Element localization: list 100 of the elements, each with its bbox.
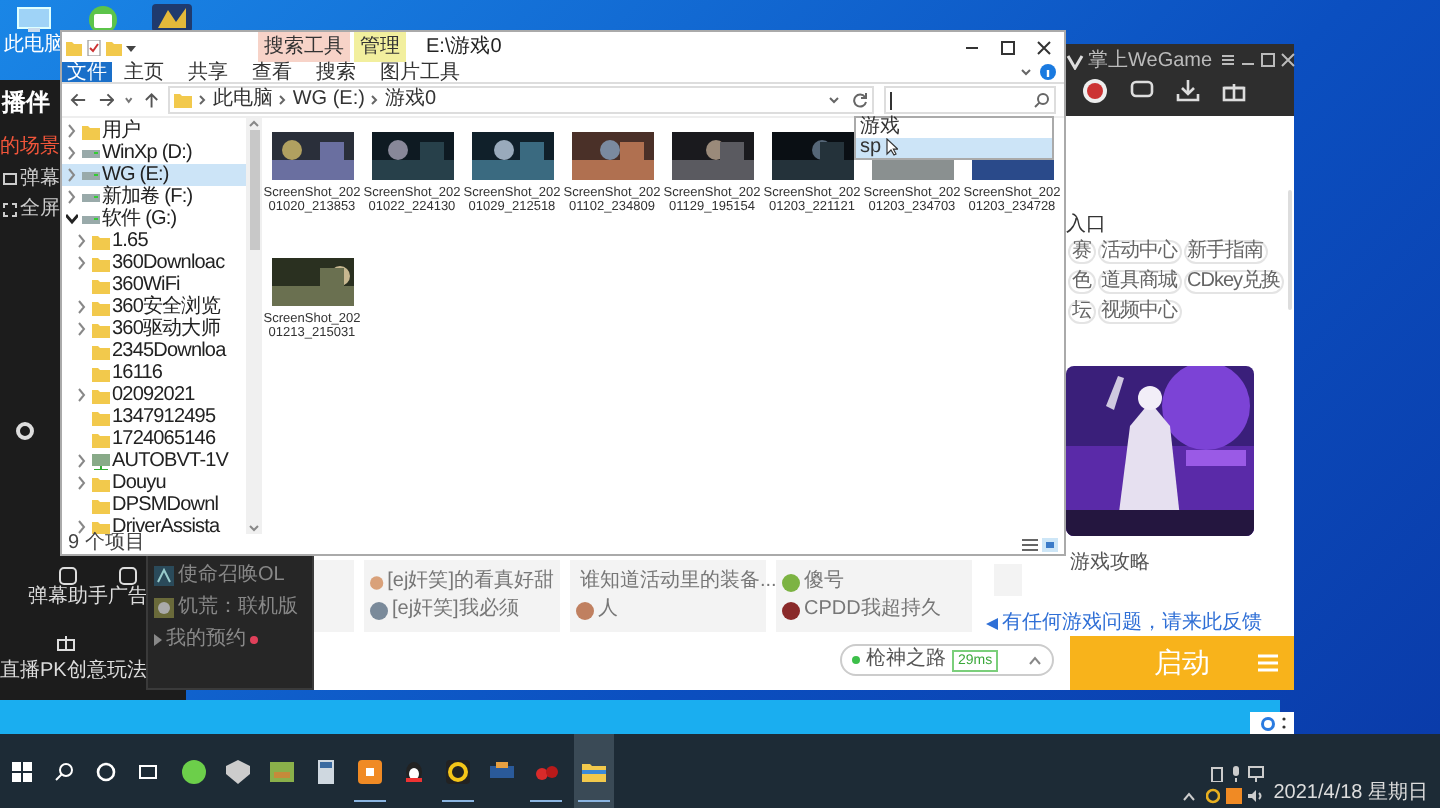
breadcrumb-item[interactable]: 游戏0 bbox=[384, 88, 436, 112]
scene-tab[interactable]: 的场景 bbox=[0, 132, 60, 162]
tree-item[interactable]: 360Downloac bbox=[62, 252, 246, 274]
tree-item[interactable]: 360安全浏览 bbox=[62, 296, 246, 318]
scroll-thumb[interactable] bbox=[249, 130, 259, 250]
tree-item[interactable]: 360WiFi bbox=[62, 274, 246, 296]
maximize-icon[interactable] bbox=[1260, 52, 1276, 68]
ribbon-tab[interactable]: 查看 bbox=[240, 62, 304, 82]
up-icon[interactable] bbox=[143, 92, 159, 108]
gift-icon[interactable] bbox=[1222, 78, 1246, 102]
tree-item[interactable]: 16116 bbox=[62, 362, 246, 384]
tree-item[interactable]: 02092021 bbox=[62, 384, 246, 406]
expand-icon[interactable] bbox=[76, 388, 88, 402]
tree-item[interactable]: WG (E:) bbox=[62, 164, 246, 186]
expand-icon[interactable] bbox=[76, 256, 88, 270]
post-card[interactable]: 傻号 CPDD我超持久 bbox=[776, 560, 972, 632]
link-pill[interactable]: 道具商城 bbox=[1097, 270, 1181, 294]
tree-item[interactable]: WinXp (D:) bbox=[62, 142, 246, 164]
back-icon[interactable] bbox=[70, 92, 88, 108]
tree-item[interactable]: 1.65 bbox=[62, 230, 246, 252]
tree-item[interactable]: 360驱动大师 bbox=[62, 318, 246, 340]
expand-icon[interactable] bbox=[76, 234, 88, 248]
expand-icon[interactable] bbox=[66, 124, 78, 138]
large-icons-view-icon[interactable] bbox=[1042, 537, 1058, 551]
post-card[interactable]: [ej奸笑]的看真好甜 [ej奸笑]我必须 bbox=[364, 560, 560, 632]
expand-icon[interactable] bbox=[66, 190, 78, 204]
refresh-icon[interactable] bbox=[851, 92, 868, 108]
expand-icon[interactable] bbox=[76, 322, 88, 336]
link-pill[interactable]: 活动中心 bbox=[1097, 240, 1181, 264]
expand-ribbon-icon[interactable] bbox=[1020, 66, 1032, 78]
ribbon-tab[interactable]: 共享 bbox=[176, 62, 240, 82]
link-pill[interactable]: CDkey兑换 bbox=[1183, 270, 1285, 294]
game-icon[interactable] bbox=[442, 755, 474, 787]
tree-item[interactable]: 用户 bbox=[62, 120, 246, 142]
expand-icon[interactable] bbox=[76, 300, 88, 314]
link-pill[interactable]: 坛 bbox=[1068, 300, 1095, 324]
tree-item[interactable]: Douyu bbox=[62, 472, 246, 494]
suggestion-item[interactable]: 游戏 bbox=[856, 118, 1052, 138]
menu-icon[interactable] bbox=[1220, 52, 1236, 68]
menu-item[interactable]: 弹幕 bbox=[20, 164, 60, 194]
close-icon[interactable] bbox=[1036, 39, 1052, 55]
address-bar[interactable]: 此电脑 WG (E:) 游戏0 bbox=[168, 86, 874, 114]
tree-item[interactable]: 软件 (G:) bbox=[62, 208, 246, 230]
game-item[interactable]: 饥荒：联机版 bbox=[178, 596, 298, 620]
game-icon[interactable] bbox=[152, 4, 192, 32]
scrollbar[interactable] bbox=[1288, 190, 1292, 310]
breadcrumb-item[interactable]: WG (E:) bbox=[292, 88, 365, 112]
feedback-link[interactable]: 有任何游戏问题，请来此反馈 bbox=[1002, 612, 1262, 636]
task-view-icon[interactable] bbox=[138, 761, 158, 781]
help-icon[interactable] bbox=[1040, 64, 1056, 80]
guide-link[interactable]: 游戏攻略 bbox=[1070, 548, 1150, 578]
tool-label[interactable]: 广告 bbox=[108, 586, 148, 610]
download-icon[interactable] bbox=[1176, 78, 1200, 102]
suggestion-item[interactable]: sp bbox=[856, 138, 1052, 158]
menu-item[interactable]: 全屏 bbox=[20, 194, 60, 224]
tray-widget[interactable] bbox=[1250, 712, 1294, 734]
search-field[interactable] bbox=[883, 86, 1056, 114]
tree-item[interactable]: 1347912495 bbox=[62, 406, 246, 428]
network-icon[interactable] bbox=[1247, 766, 1264, 782]
circle-icon[interactable] bbox=[96, 761, 116, 781]
ribbon-tab[interactable]: 图片工具 bbox=[368, 62, 472, 82]
shield-icon[interactable] bbox=[222, 755, 254, 787]
scrollbar[interactable] bbox=[246, 118, 262, 534]
windows-start-icon[interactable] bbox=[12, 761, 32, 781]
usb-icon[interactable] bbox=[1209, 766, 1224, 782]
app-icon[interactable] bbox=[178, 755, 210, 787]
tool-label[interactable]: 弹幕助手 bbox=[28, 586, 108, 610]
close-icon[interactable] bbox=[1280, 52, 1296, 68]
volume-icon[interactable] bbox=[1247, 788, 1264, 804]
forward-icon[interactable] bbox=[97, 92, 115, 108]
dropdown-icon[interactable] bbox=[827, 94, 840, 106]
expand-icon[interactable] bbox=[76, 520, 88, 534]
caret-icon[interactable] bbox=[1181, 791, 1196, 801]
expand-icon[interactable] bbox=[76, 454, 88, 468]
expand-icon[interactable] bbox=[66, 168, 78, 182]
avatar-icon[interactable] bbox=[1082, 78, 1108, 104]
tree-item[interactable]: 2345Downloa bbox=[62, 340, 246, 362]
tree-item[interactable]: 新加卷 (F:) bbox=[62, 186, 246, 208]
expand-icon[interactable] bbox=[76, 476, 88, 490]
collapse-icon[interactable] bbox=[66, 212, 78, 226]
microphone-icon[interactable] bbox=[1229, 766, 1242, 782]
ribbon-tab[interactable]: 搜索 bbox=[304, 62, 368, 82]
maximize-icon[interactable] bbox=[1000, 39, 1016, 55]
link-pill[interactable]: 赛 bbox=[1068, 240, 1095, 264]
game-item[interactable]: 使命召唤OL bbox=[178, 564, 285, 588]
link-pill[interactable]: 新手指南 bbox=[1183, 240, 1267, 264]
reservations-label[interactable]: 我的预约 bbox=[166, 628, 246, 652]
app-icon[interactable] bbox=[354, 755, 386, 787]
search-icon[interactable] bbox=[54, 761, 74, 781]
link-pill[interactable]: 色 bbox=[1068, 270, 1095, 294]
breadcrumb-item[interactable]: 此电脑 bbox=[212, 88, 273, 112]
history-icon[interactable] bbox=[124, 92, 134, 108]
chat-icon[interactable] bbox=[1130, 78, 1154, 102]
expand-icon[interactable] bbox=[66, 146, 78, 160]
details-view-icon[interactable] bbox=[1022, 537, 1038, 551]
ribbon-tab[interactable]: 主页 bbox=[112, 62, 176, 82]
tree-item[interactable]: DriverAssista bbox=[62, 516, 246, 534]
ribbon-tab[interactable]: 文件 bbox=[62, 62, 112, 82]
tree-item[interactable]: AUTOBVT-1V bbox=[62, 450, 246, 472]
tree-item[interactable]: DPSMDownl bbox=[62, 494, 246, 516]
